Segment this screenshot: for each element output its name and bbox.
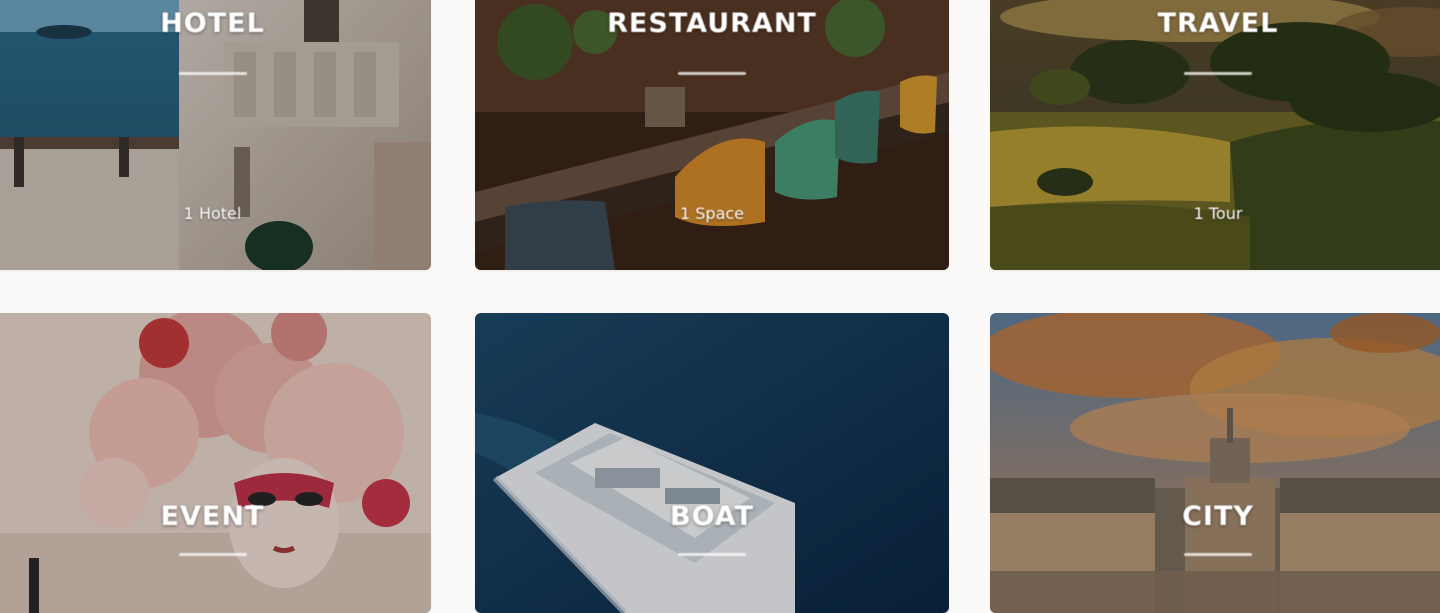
category-title: EVENT [160, 501, 265, 532]
category-card-boat[interactable]: BOAT [475, 313, 949, 613]
category-title: CITY [1182, 501, 1254, 532]
title-divider [1184, 72, 1252, 75]
category-card-hotel[interactable]: HOTEL 1 Hotel [0, 0, 431, 270]
category-count: 1 Hotel [183, 204, 242, 223]
category-title: BOAT [669, 501, 755, 532]
category-card-event[interactable]: EVENT [0, 313, 431, 613]
category-grid: HOTEL 1 Hotel RESTAURANT 1 Space TRAVEL … [0, 0, 1440, 613]
category-title: HOTEL [160, 8, 265, 39]
title-divider [178, 553, 247, 556]
category-count: 1 Space [679, 204, 745, 223]
category-card-restaurant[interactable]: RESTAURANT 1 Space [475, 0, 949, 270]
category-title: RESTAURANT [607, 8, 817, 39]
title-divider [178, 72, 247, 75]
title-divider [678, 72, 746, 75]
title-divider [1184, 553, 1252, 556]
category-count: 1 Tour [1193, 204, 1243, 223]
title-divider [678, 553, 746, 556]
category-card-travel[interactable]: TRAVEL 1 Tour [990, 0, 1440, 270]
category-title: TRAVEL [1157, 8, 1279, 39]
category-card-city[interactable]: CITY [990, 313, 1440, 613]
